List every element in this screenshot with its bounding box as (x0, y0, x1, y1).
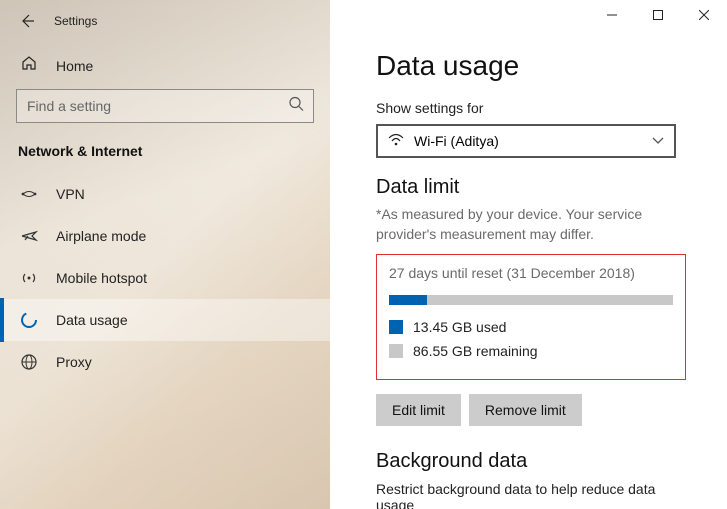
search-icon (288, 96, 304, 117)
show-settings-label: Show settings for (376, 100, 697, 116)
data-limit-box: 27 days until reset (31 December 2018) 1… (376, 254, 686, 380)
home-label: Home (56, 58, 93, 74)
reset-info: 27 days until reset (31 December 2018) (389, 265, 673, 281)
home-nav[interactable]: Home (0, 44, 330, 87)
sidebar-item-label: Mobile hotspot (56, 270, 147, 286)
legend-used: 13.45 GB used (389, 319, 673, 335)
data-usage-icon (20, 311, 38, 329)
sidebar-item-label: Airplane mode (56, 228, 146, 244)
data-limit-heading: Data limit (376, 176, 697, 199)
remaining-value: 86.55 GB remaining (413, 343, 538, 359)
background-data-text: Restrict background data to help reduce … (376, 481, 697, 509)
used-value: 13.45 GB used (413, 319, 506, 335)
airplane-icon (20, 227, 38, 245)
app-title: Settings (54, 14, 97, 28)
hotspot-icon (20, 269, 38, 287)
sidebar-item-vpn[interactable]: VPN (0, 173, 330, 215)
legend-remaining: 86.55 GB remaining (389, 343, 673, 359)
network-selected-value: Wi-Fi (Aditya) (414, 133, 499, 149)
usage-bar (389, 295, 673, 305)
usage-bar-fill (389, 295, 427, 305)
background-data-heading: Background data (376, 450, 697, 473)
sidebar-item-label: VPN (56, 186, 85, 202)
network-select[interactable]: Wi-Fi (Aditya) (376, 124, 676, 158)
search-input[interactable] (16, 89, 314, 123)
close-button[interactable] (681, 0, 727, 30)
sidebar: Settings Home Network & Internet VPN (0, 0, 330, 509)
used-swatch (389, 320, 403, 334)
sidebar-item-label: Proxy (56, 354, 92, 370)
sidebar-item-proxy[interactable]: Proxy (0, 341, 330, 383)
remaining-swatch (389, 344, 403, 358)
chevron-down-icon (652, 132, 664, 150)
minimize-button[interactable] (589, 0, 635, 30)
back-button[interactable] (18, 12, 36, 30)
proxy-icon (20, 353, 38, 371)
sidebar-item-hotspot[interactable]: Mobile hotspot (0, 257, 330, 299)
edit-limit-button[interactable]: Edit limit (376, 394, 461, 426)
data-limit-note: *As measured by your device. Your servic… (376, 205, 697, 244)
wifi-icon (388, 133, 404, 150)
main-content: Data usage Show settings for Wi-Fi (Adit… (330, 0, 727, 509)
sidebar-item-airplane[interactable]: Airplane mode (0, 215, 330, 257)
section-heading: Network & Internet (0, 137, 330, 173)
vpn-icon (20, 185, 38, 203)
home-icon (20, 54, 38, 77)
page-title: Data usage (376, 50, 697, 82)
remove-limit-button[interactable]: Remove limit (469, 394, 582, 426)
sidebar-item-data-usage[interactable]: Data usage (0, 299, 330, 341)
maximize-button[interactable] (635, 0, 681, 30)
sidebar-item-label: Data usage (56, 312, 128, 328)
